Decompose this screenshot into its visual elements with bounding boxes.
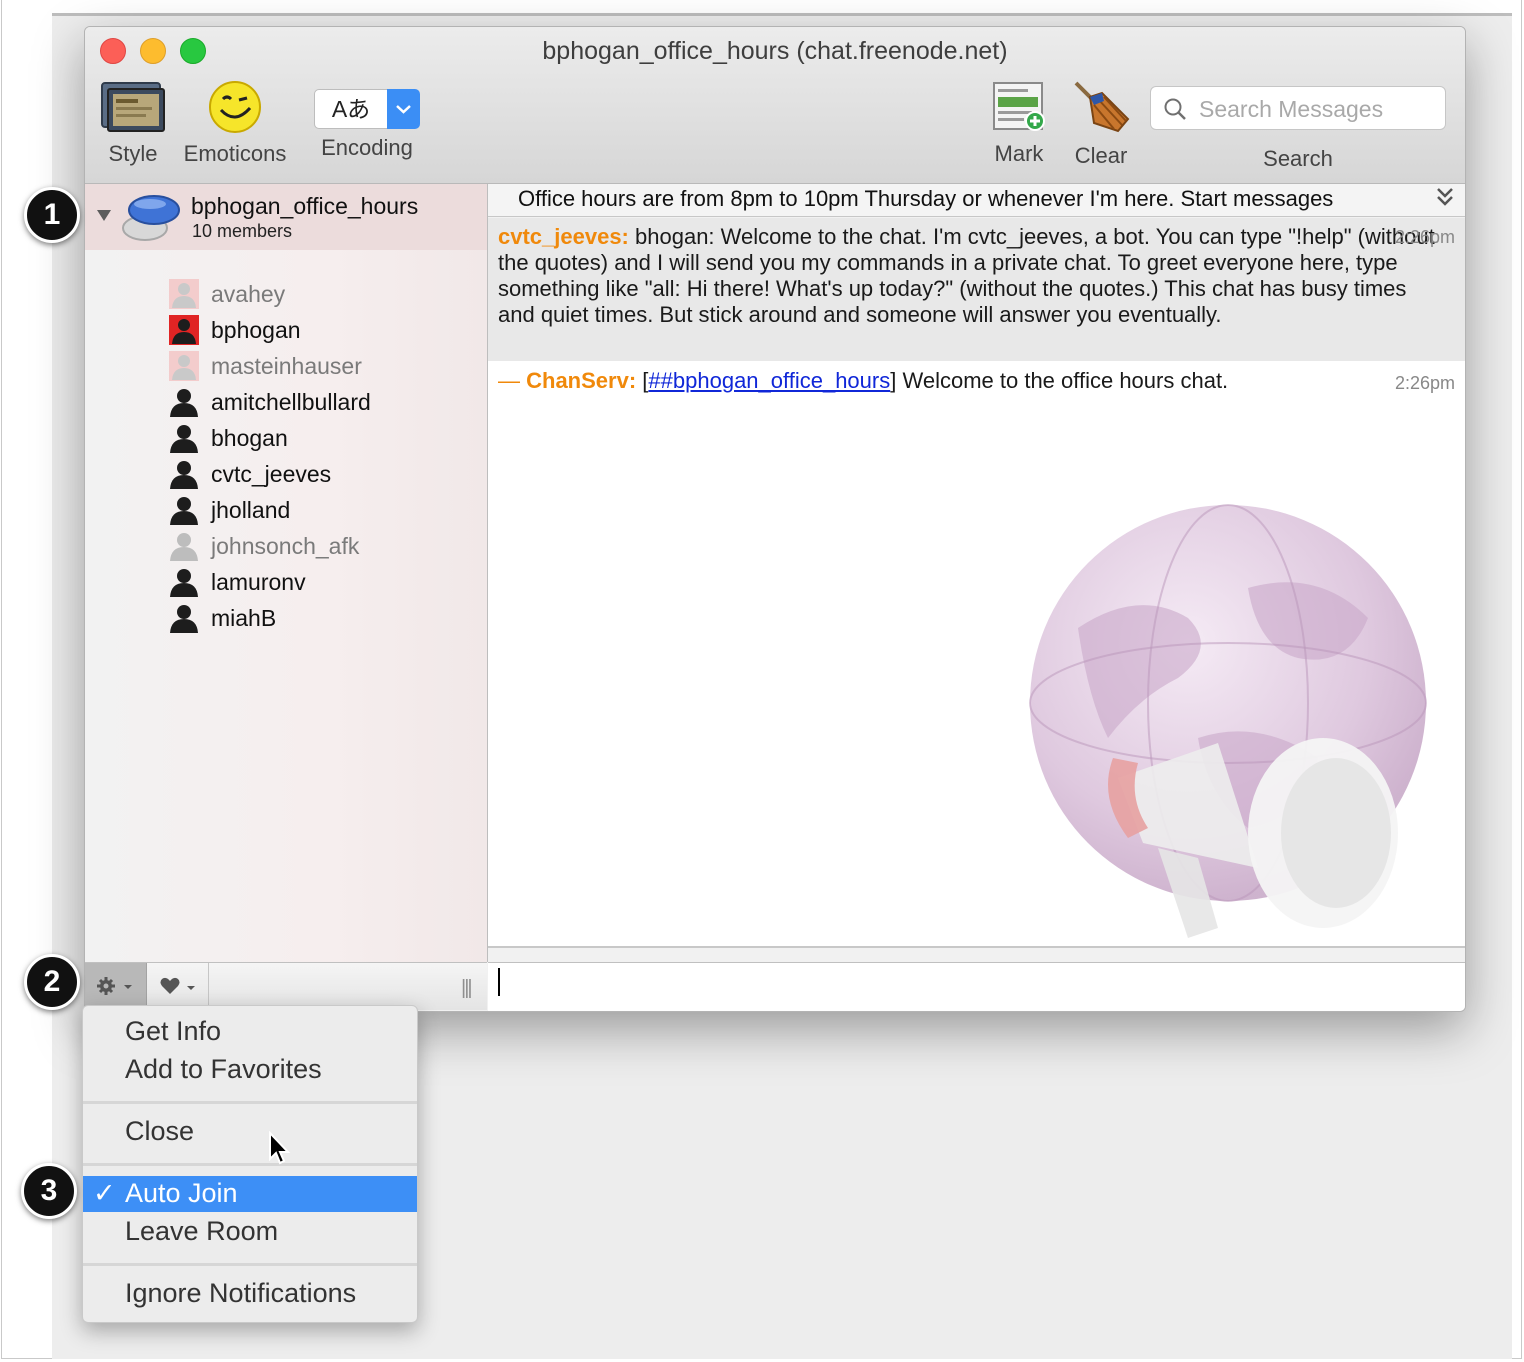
chat-bubble-icon xyxy=(122,195,180,241)
expand-topic-icon[interactable] xyxy=(1435,186,1455,214)
style-tool-button[interactable]: Style xyxy=(99,79,167,167)
message-timestamp: 2:26pm xyxy=(1394,227,1455,247)
member-item-amitchellbullard[interactable]: amitchellbullard xyxy=(169,387,371,421)
search-input[interactable] xyxy=(1197,93,1441,125)
chevron-down-icon xyxy=(387,89,420,129)
mark-label: Mark xyxy=(994,141,1044,166)
member-item-lamuronv[interactable]: lamuronv xyxy=(169,567,306,601)
titlebar: bphogan_office_hours (chat.freenode.net)… xyxy=(85,27,1465,184)
member-item-bphogan[interactable]: bphogan xyxy=(169,315,301,349)
topic-bar: Office hours are from 8pm to 10pm Thursd… xyxy=(488,184,1465,217)
callout-badge-1: 1 xyxy=(24,187,80,243)
message-row[interactable]: — ChanServ: [##bphogan_office_hours] Wel… xyxy=(488,364,1465,404)
style-label: Style xyxy=(108,141,158,166)
message-input[interactable] xyxy=(498,969,1452,1007)
menu-item-ignore-notifications[interactable]: Ignore Notifications xyxy=(83,1276,417,1312)
gear-menu-button[interactable] xyxy=(85,963,147,1009)
menu-separator xyxy=(83,1101,417,1104)
user-icon xyxy=(170,461,198,489)
favorites-menu-button[interactable] xyxy=(147,963,209,1009)
user-icon xyxy=(170,425,198,453)
member-item-cvtc-jeeves[interactable]: cvtc_jeeves xyxy=(169,459,331,493)
heart-icon xyxy=(160,977,195,994)
search-field[interactable] xyxy=(1150,86,1446,130)
user-icon xyxy=(170,569,198,597)
room-row[interactable]: bphogan_office_hours 10 members xyxy=(85,184,487,250)
user-icon xyxy=(170,389,198,417)
user-icon xyxy=(170,497,198,525)
encoding-popup-button[interactable]: Aあ Encoding xyxy=(313,79,421,161)
room-name: bphogan_office_hours xyxy=(191,193,419,219)
message-nick[interactable]: cvtc_jeeves: xyxy=(498,224,629,249)
member-item-masteinhauser[interactable]: masteinhauser xyxy=(169,351,362,385)
user-icon xyxy=(170,605,198,633)
chat-window: bphogan_office_hours (chat.freenode.net)… xyxy=(84,26,1466,1012)
encoding-label: Encoding xyxy=(321,135,413,160)
checkmark-icon: ✓ xyxy=(93,1178,116,1208)
sidebar-resize-grip-icon[interactable]: ||| xyxy=(461,977,473,1000)
search-icon xyxy=(1164,98,1186,120)
member-list-sidebar: bphogan_office_hours 10 members avahey b… xyxy=(85,184,488,1010)
message-nick[interactable]: ChanServ: xyxy=(526,368,636,393)
callout-badge-2: 2 xyxy=(24,954,80,1010)
gear-icon xyxy=(97,977,132,995)
style-icon xyxy=(101,82,165,132)
user-icon xyxy=(169,315,199,345)
menu-separator xyxy=(83,1163,417,1166)
mark-icon xyxy=(993,82,1045,131)
channel-topic: Office hours are from 8pm to 10pm Thursd… xyxy=(518,186,1334,211)
menu-item-add-to-favorites[interactable]: Add to Favorites xyxy=(83,1052,417,1088)
smiley-icon xyxy=(209,81,261,133)
callout-badge-3: 3 xyxy=(21,1163,77,1219)
split-view-divider[interactable] xyxy=(488,946,1465,948)
emoticons-label: Emoticons xyxy=(183,141,287,166)
message-input-area[interactable] xyxy=(488,962,1465,1011)
menu-item-get-info[interactable]: Get Info xyxy=(83,1014,417,1050)
encoding-control[interactable]: Aあ xyxy=(314,89,420,129)
broom-icon xyxy=(1074,81,1130,133)
member-item-miahb[interactable]: miahB xyxy=(169,603,276,637)
clear-label: Clear xyxy=(1074,143,1128,168)
menu-separator xyxy=(83,1263,417,1266)
room-member-count: 10 members xyxy=(192,221,293,241)
message-row[interactable]: cvtc_jeeves: bhogan: Welcome to the chat… xyxy=(488,218,1465,361)
globe-megaphone-watermark-icon xyxy=(1029,504,1427,938)
message-dash: — xyxy=(498,368,520,393)
message-timestamp: 2:26pm xyxy=(1394,373,1455,393)
disclosure-triangle-icon[interactable] xyxy=(97,210,111,221)
message-text: bhogan: Welcome to the chat. I'm cvtc_je… xyxy=(498,224,1435,327)
room-context-menu: Get Info Add to Favorites Close ✓ Auto J… xyxy=(82,1005,418,1323)
member-item-bhogan[interactable]: bhogan xyxy=(169,423,288,457)
emoticons-tool-button[interactable]: Emoticons xyxy=(179,79,291,167)
user-icon xyxy=(170,533,198,561)
clear-tool-button[interactable]: Clear xyxy=(1067,79,1135,169)
menu-item-leave-room[interactable]: Leave Room xyxy=(83,1214,417,1250)
mouse-pointer-icon xyxy=(269,1131,291,1165)
user-icon xyxy=(169,279,199,309)
channel-link[interactable]: ##bphogan_office_hours xyxy=(648,368,890,393)
user-icon xyxy=(169,351,199,381)
menu-item-close[interactable]: Close xyxy=(83,1114,417,1150)
search-label: Search xyxy=(1263,146,1333,171)
message-text: Welcome to the office hours chat. xyxy=(896,368,1229,393)
menu-item-auto-join[interactable]: ✓ Auto Join xyxy=(83,1176,417,1212)
member-item-avahey[interactable]: avahey xyxy=(169,279,285,313)
sidebar-action-bar: ||| xyxy=(85,962,487,1010)
message-transcript[interactable]: cvtc_jeeves: bhogan: Welcome to the chat… xyxy=(488,218,1465,946)
member-item-johnsonch-afk[interactable]: johnsonch_afk xyxy=(169,531,359,565)
encoding-glyph: Aあ xyxy=(314,89,388,129)
mark-tool-button[interactable]: Mark xyxy=(987,79,1051,167)
window-title: bphogan_office_hours (chat.freenode.net) xyxy=(542,37,1008,65)
member-item-jholland[interactable]: jholland xyxy=(169,495,290,529)
